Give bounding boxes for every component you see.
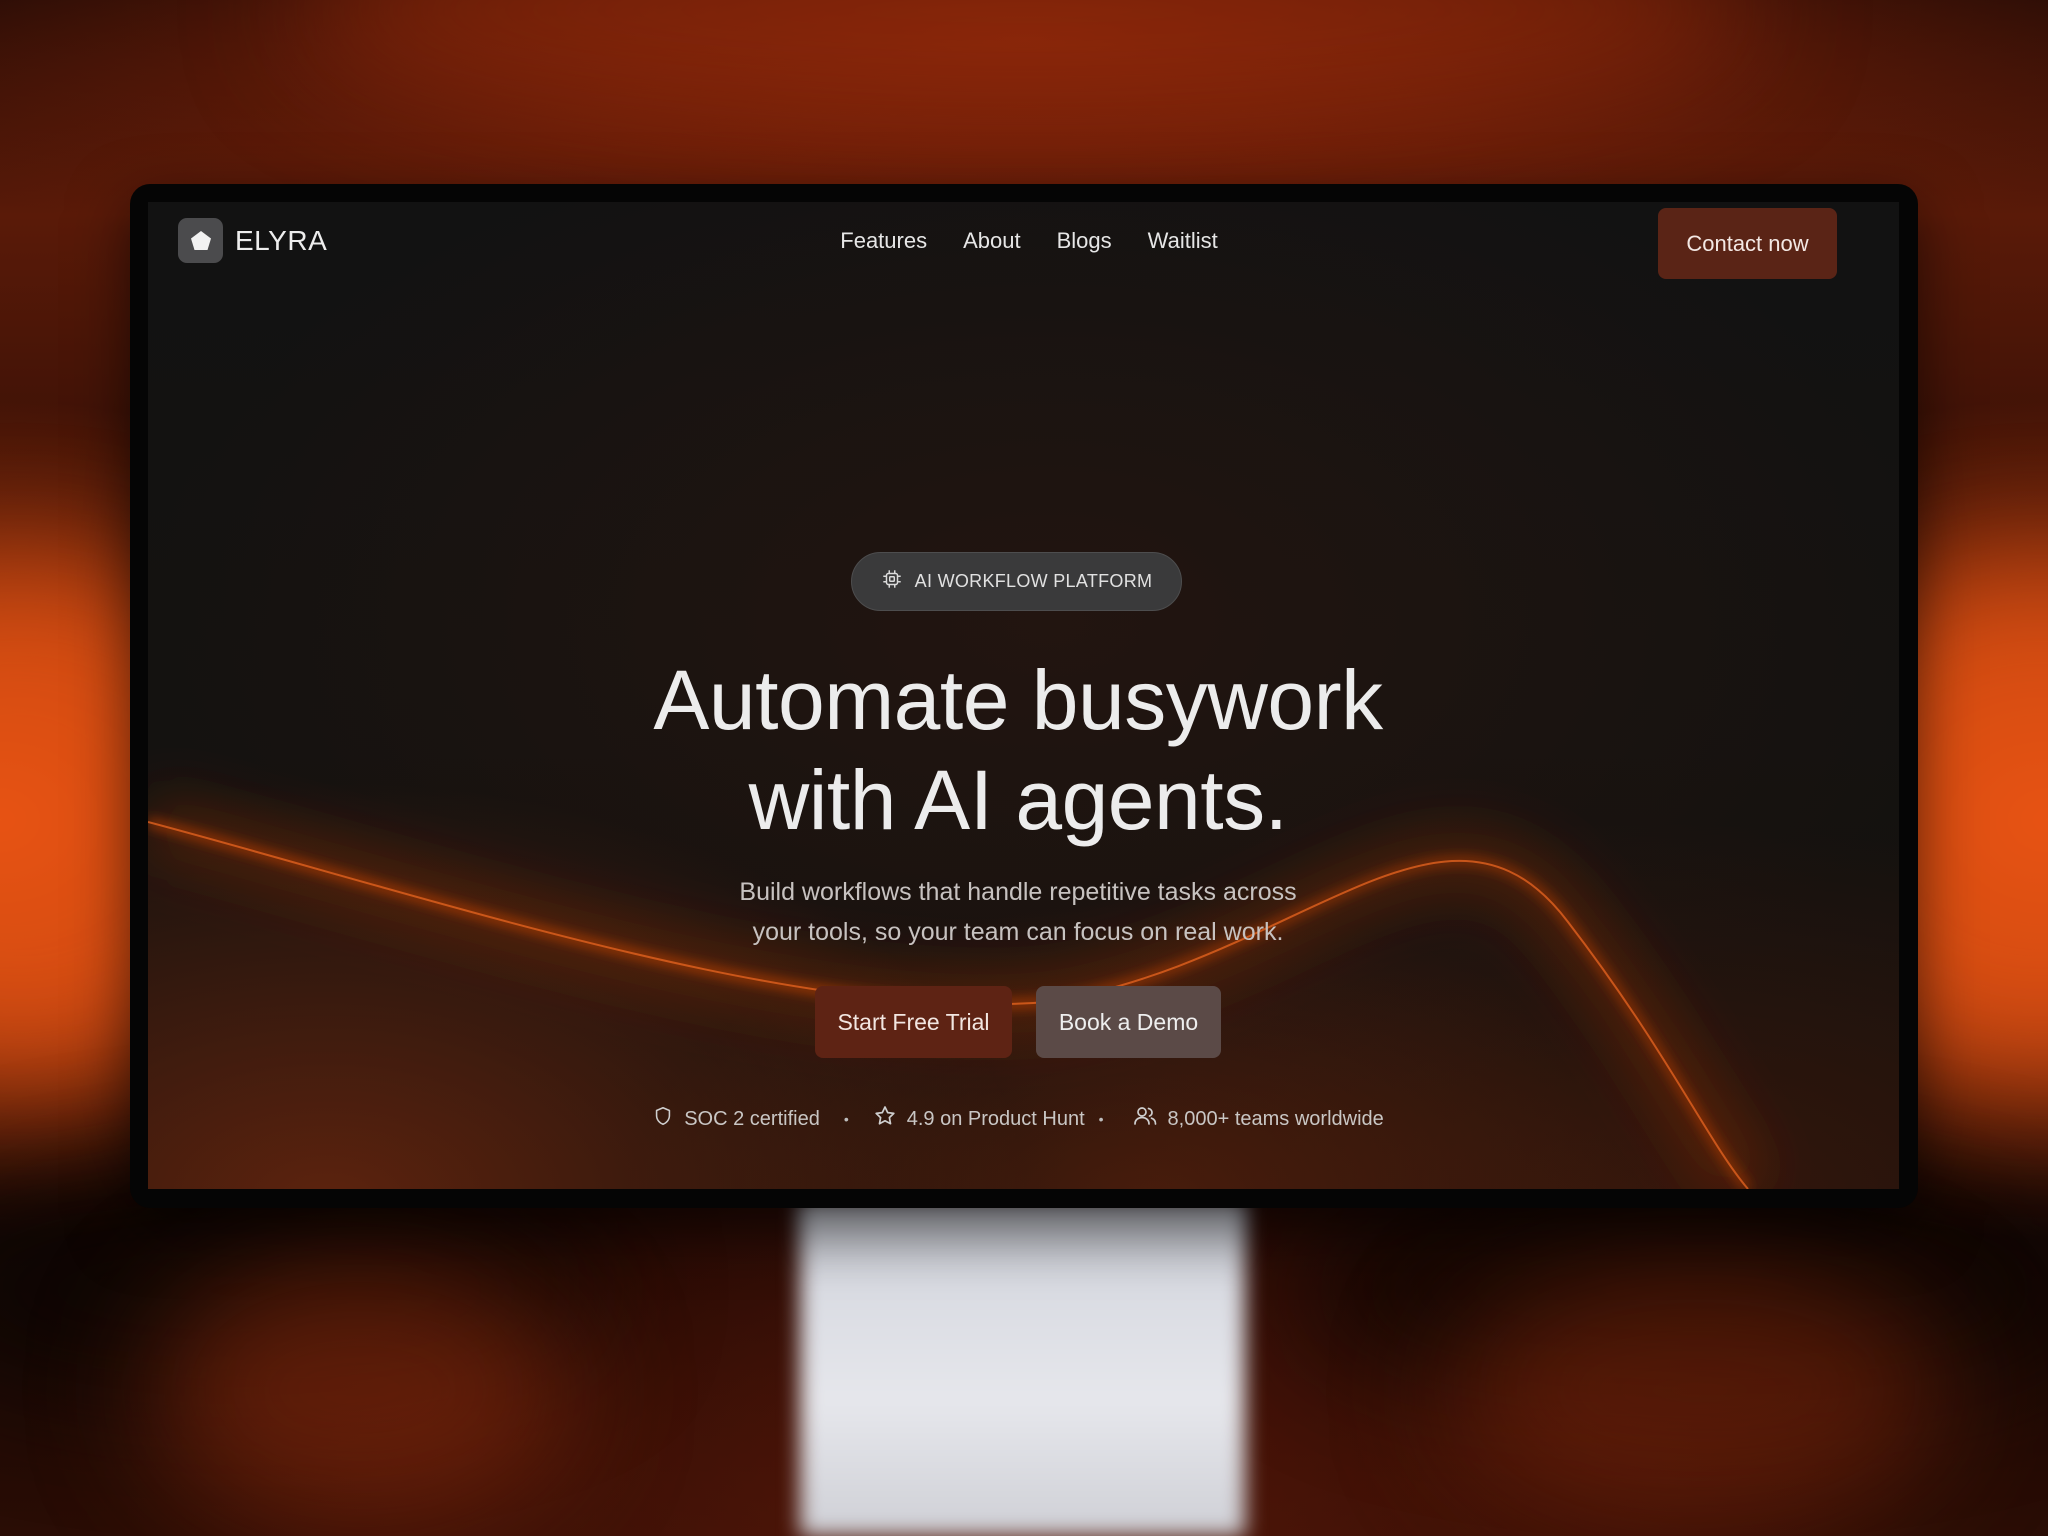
nav-link-blogs[interactable]: Blogs [1057,228,1112,254]
hero-title-line-1: Automate busywork [653,653,1383,747]
trust-bar: SOC 2 certified • 4.9 on Product Hunt • … [0,1104,2036,1134]
users-icon [1132,1104,1158,1134]
trust-item-product-hunt: 4.9 on Product Hunt [873,1104,1085,1134]
monitor-stand [800,1200,1245,1536]
trust-text-teams: 8,000+ teams worldwide [1167,1107,1384,1130]
chip-icon [881,568,903,595]
hero-subtitle-line-2: your tools, so your team can focus on re… [752,918,1284,946]
hero-title: Automate busywork with AI agents. [0,650,2036,850]
nav-link-about[interactable]: About [963,228,1021,254]
trust-item-soc2: SOC 2 certified [652,1105,820,1133]
separator-dot: • [843,1111,849,1127]
trust-text-soc2: SOC 2 certified [684,1107,820,1130]
hero-title-line-2: with AI agents. [748,753,1288,847]
trust-item-teams: 8,000+ teams worldwide [1132,1104,1384,1134]
cta-group: Start Free Trial Book a Demo [0,986,2036,1058]
book-demo-button[interactable]: Book a Demo [1036,986,1221,1058]
shield-icon [652,1105,674,1133]
start-free-trial-button[interactable]: Start Free Trial [815,986,1012,1058]
star-icon [873,1104,897,1134]
nav-link-waitlist[interactable]: Waitlist [1148,228,1218,254]
nav-link-features[interactable]: Features [840,228,927,254]
hero-subtitle-line-1: Build workflows that handle repetitive t… [739,878,1297,906]
separator-dot: • [1098,1111,1104,1127]
badge-label: AI WORKFLOW PLATFORM [914,571,1153,591]
platform-badge: AI WORKFLOW PLATFORM [851,552,1182,611]
trust-text-product-hunt: 4.9 on Product Hunt [906,1107,1085,1130]
contact-now-button[interactable]: Contact now [1658,208,1837,279]
hero-subtitle: Build workflows that handle repetitive t… [0,872,2036,952]
